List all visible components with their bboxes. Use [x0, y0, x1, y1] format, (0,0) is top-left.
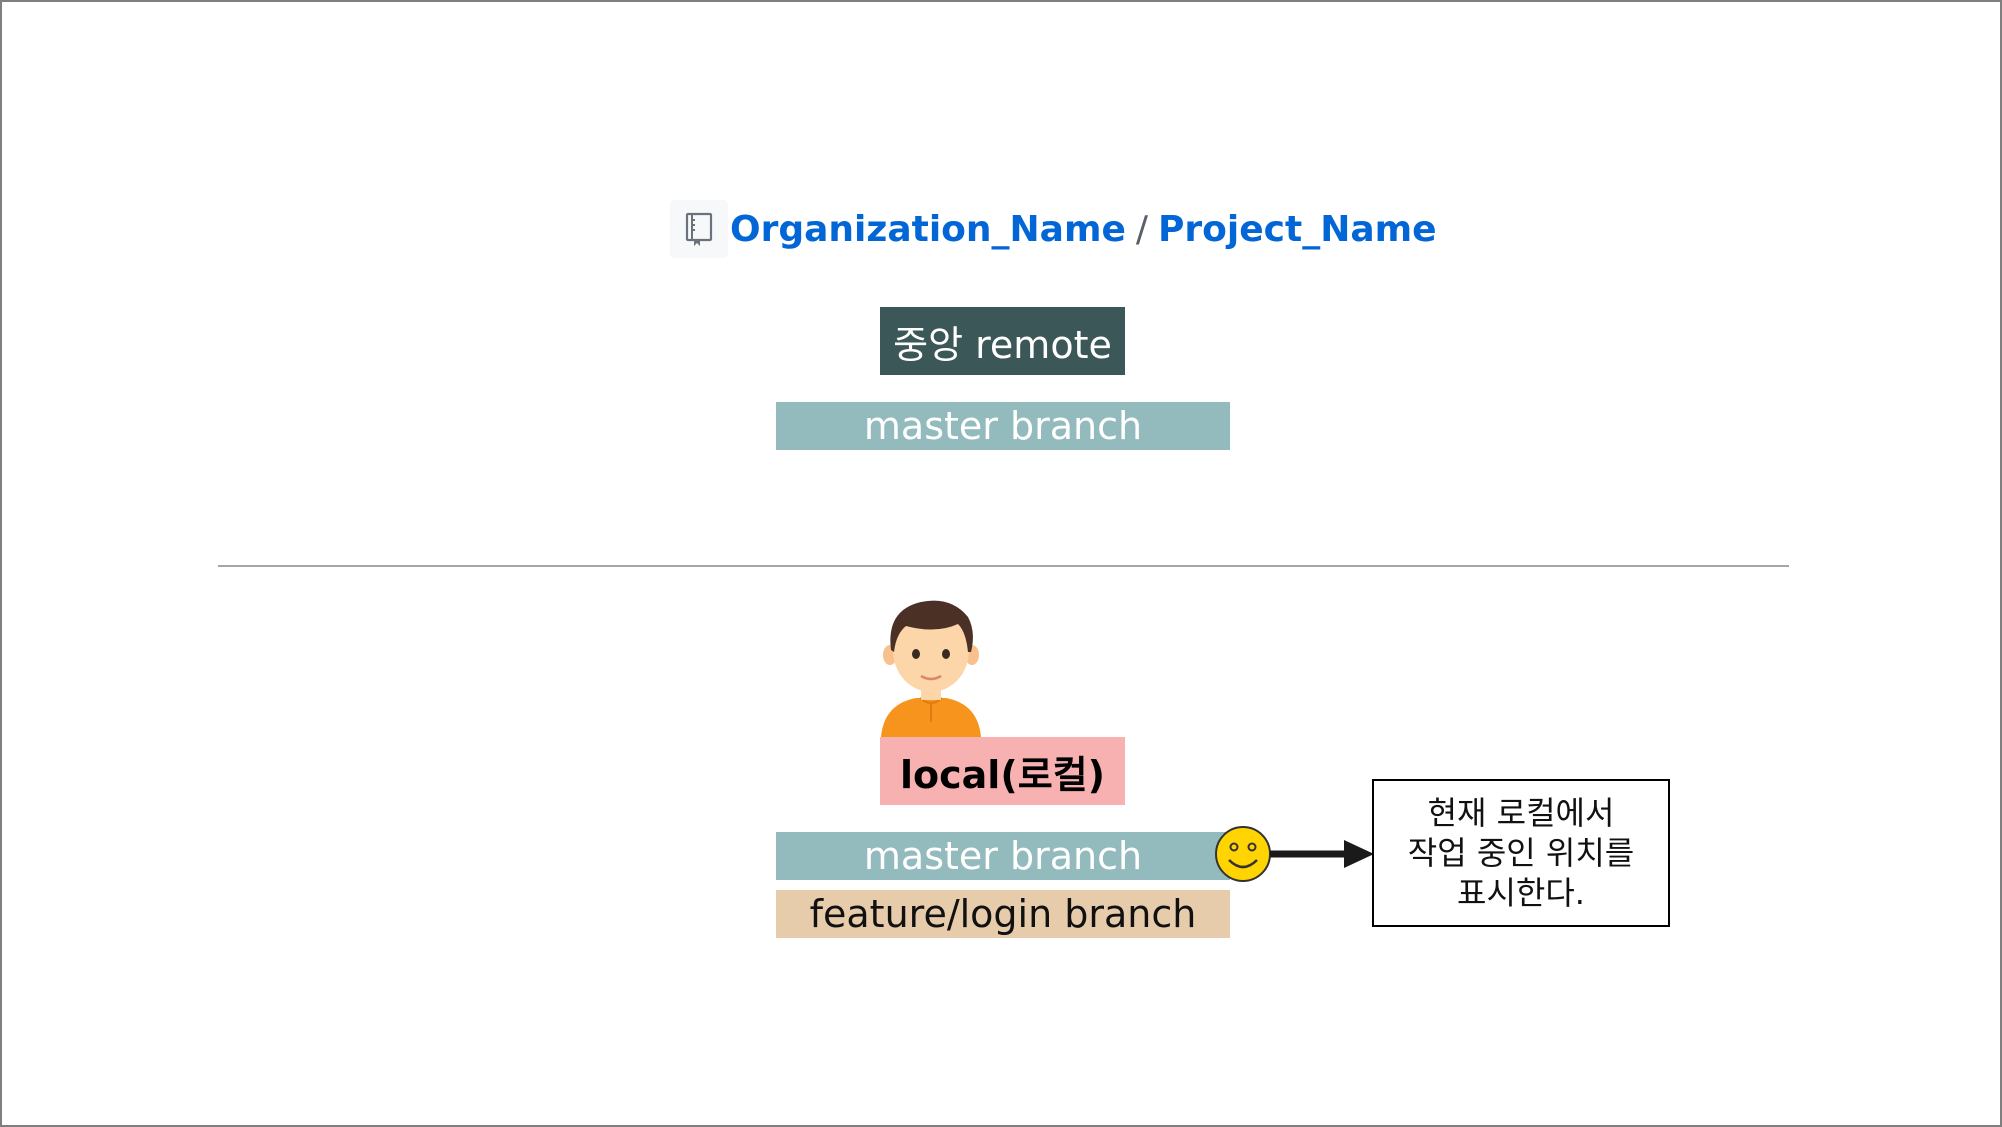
current-position-note: 현재 로컬에서 작업 중인 위치를 표시한다. [1372, 779, 1670, 927]
repo-header: Organization_Name / Project_Name [670, 200, 1437, 258]
note-line-3: 표시한다. [1457, 874, 1585, 912]
divider-line [218, 565, 1789, 567]
organization-link[interactable]: Organization_Name [730, 209, 1126, 250]
local-master-branch: master branch [776, 832, 1230, 880]
remote-label: 중앙 remote [880, 307, 1125, 375]
remote-master-branch: master branch [776, 402, 1230, 450]
note-line-2: 작업 중인 위치를 [1407, 834, 1635, 872]
local-label: local(로컬) [880, 737, 1125, 805]
diagram-slide: Organization_Name / Project_Name 중앙 remo… [0, 0, 2002, 1127]
pointer-arrow [1270, 840, 1374, 868]
local-feature-login-branch: feature/login branch [776, 890, 1230, 938]
path-separator: / [1135, 208, 1149, 250]
current-position-smiley-icon [1215, 826, 1271, 882]
developer-avatar-icon [881, 600, 981, 737]
note-line-1: 현재 로컬에서 [1427, 794, 1615, 832]
project-link[interactable]: Project_Name [1158, 209, 1437, 250]
repo-book-icon [670, 200, 728, 258]
